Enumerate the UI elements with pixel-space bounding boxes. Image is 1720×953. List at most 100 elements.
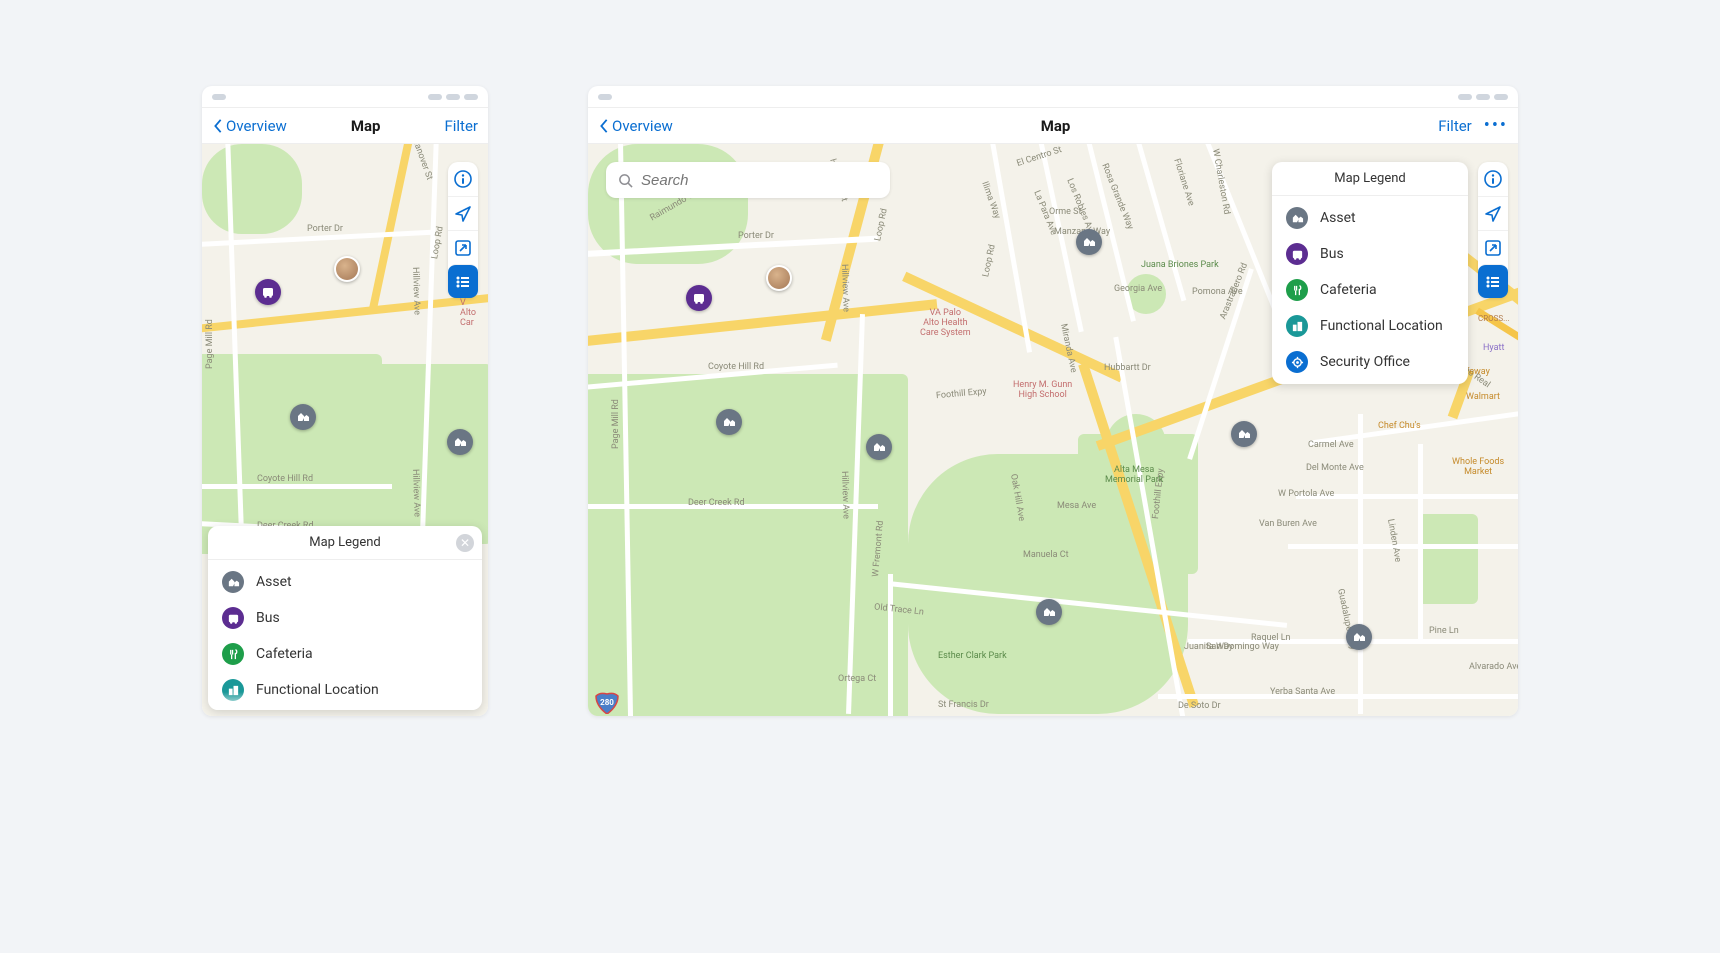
legend-close-button[interactable]: ✕ — [456, 534, 474, 552]
bus-icon — [1286, 243, 1308, 265]
map-marker-asset[interactable] — [1231, 421, 1257, 447]
road-label: Page Mill Rd — [205, 319, 215, 369]
road-label: Alvarado Ave — [1469, 662, 1518, 672]
cafeteria-icon — [222, 643, 244, 665]
status-bar — [202, 86, 488, 108]
road-label: Juanita Way — [1184, 642, 1233, 652]
poi-label: Hyatt — [1483, 343, 1504, 353]
legend-item[interactable]: Bus — [1272, 236, 1468, 272]
back-button[interactable]: Overview — [212, 117, 287, 135]
legend-toggle-button[interactable] — [448, 264, 478, 298]
legend-item[interactable]: Cafeteria — [1272, 272, 1468, 308]
info-icon — [454, 170, 472, 188]
expand-icon — [1484, 239, 1502, 257]
nav-bar: Overview Map Filter ••• — [588, 108, 1518, 144]
road-label: Georgia Ave — [1114, 284, 1162, 294]
legend-item-label: Cafeteria — [1320, 282, 1377, 298]
locate-button[interactable] — [448, 196, 478, 230]
poi-label: VA PaloAlto HealthCare System — [920, 309, 971, 339]
road-label: Hanover St — [410, 144, 434, 181]
map-toolbar — [1478, 162, 1508, 298]
poi-label: Henry M. GunnHigh School — [1013, 381, 1072, 401]
legend-item[interactable]: Asset — [208, 564, 482, 600]
map-canvas[interactable]: Porter Dr Hanover St Coyote Hill Rd Deer… — [202, 144, 488, 716]
legend-item-label: Bus — [1320, 246, 1344, 262]
poi-label: Chef Chu's — [1378, 422, 1421, 432]
poi-label: Alta MesaMemorial Park — [1105, 466, 1163, 486]
road-label: Orme St — [1049, 207, 1081, 217]
poi-label: VAltoCar — [460, 299, 476, 329]
legend-toggle-button[interactable] — [1478, 264, 1508, 298]
map-marker-asset[interactable] — [290, 404, 316, 430]
poi-label: Esther Clark Park — [938, 652, 1007, 662]
map-marker-user[interactable] — [766, 265, 792, 291]
filter-button[interactable]: Filter — [1438, 117, 1472, 135]
road-label: Foothill Expy — [936, 387, 987, 401]
tablet-device: Overview Map Filter ••• — [588, 86, 1518, 716]
more-button[interactable]: ••• — [1484, 117, 1508, 135]
legend-item[interactable]: Asset — [1272, 200, 1468, 236]
info-button[interactable] — [448, 162, 478, 196]
chevron-left-icon — [598, 118, 610, 134]
road-label: Hillview Ave — [410, 267, 422, 315]
road-label: Mesa Ave — [1057, 501, 1096, 511]
legend-item-label: Functional Location — [1320, 318, 1443, 334]
map-canvas[interactable]: Porter Dr Hanover St Raimundo Way Coyote… — [588, 144, 1518, 716]
navigate-icon — [1484, 205, 1502, 223]
legend-panel: Map Legend ✕ Asset BusCafeteria Functional… — [208, 526, 482, 710]
svg-text:280: 280 — [600, 698, 614, 707]
legend-item-label: Asset — [256, 574, 292, 590]
info-button[interactable] — [1478, 162, 1508, 196]
chevron-left-icon — [212, 118, 224, 134]
legend-item[interactable]: Functional Location — [1272, 308, 1468, 344]
map-marker-user[interactable] — [334, 256, 360, 282]
search-input[interactable] — [641, 172, 878, 189]
legend-panel: Map Legend Asset Bus Cafeteria Functional L… — [1272, 162, 1468, 384]
map-toolbar — [448, 162, 478, 298]
legend-item[interactable]: Security Office — [208, 708, 482, 710]
expand-button[interactable] — [448, 230, 478, 264]
road-label: Floriane Ave — [1171, 157, 1196, 207]
asset-icon — [222, 571, 244, 593]
road-label: W Charleston Rd — [1210, 148, 1231, 215]
legend-title: Map Legend — [1272, 162, 1468, 196]
expand-button[interactable] — [1478, 230, 1508, 264]
search-icon — [618, 173, 633, 188]
locate-button[interactable] — [1478, 196, 1508, 230]
search-box[interactable] — [606, 162, 890, 198]
road-label: Pine Ln — [1429, 626, 1459, 636]
functional-icon — [222, 679, 244, 701]
road-label: Loop Rd — [873, 208, 890, 242]
map-marker-asset[interactable] — [1346, 624, 1372, 650]
road-label: Linden Ave — [1385, 518, 1402, 563]
expand-icon — [454, 239, 472, 257]
map-marker-bus[interactable] — [686, 285, 712, 311]
legend-title: Map Legend ✕ — [208, 526, 482, 560]
map-marker-asset[interactable] — [716, 409, 742, 435]
phone-device: Overview Map Filter Porter Dr Hanover St… — [202, 86, 488, 716]
road-label: Ortega Ct — [838, 674, 876, 684]
legend-item[interactable]: Bus — [208, 600, 482, 636]
bus-icon — [222, 607, 244, 629]
list-icon — [454, 273, 472, 291]
map-marker-asset[interactable] — [447, 429, 473, 455]
map-marker-asset[interactable] — [1076, 229, 1102, 255]
map-marker-bus[interactable] — [255, 279, 281, 305]
legend-item[interactable]: Security Office — [1272, 344, 1468, 380]
back-button[interactable]: Overview — [598, 117, 673, 135]
cafeteria-icon — [1286, 279, 1308, 301]
road-label: Hubbartt Dr — [1104, 363, 1151, 373]
road-label: Yerba Santa Ave — [1270, 687, 1335, 697]
road-label: Page Mill Rd — [611, 399, 621, 449]
road-label: Porter Dr — [738, 231, 774, 241]
map-marker-asset[interactable] — [866, 434, 892, 460]
legend-item-label: Functional Location — [256, 682, 379, 698]
navigate-icon — [454, 205, 472, 223]
nav-bar: Overview Map Filter — [202, 108, 488, 144]
road-label: Deer Creek Rd — [688, 498, 745, 508]
map-marker-asset[interactable] — [1036, 599, 1062, 625]
legend-item[interactable]: Functional Location — [208, 672, 482, 708]
road-label: Porter Dr — [307, 224, 343, 234]
filter-button[interactable]: Filter — [444, 117, 478, 135]
legend-item[interactable]: Cafeteria — [208, 636, 482, 672]
